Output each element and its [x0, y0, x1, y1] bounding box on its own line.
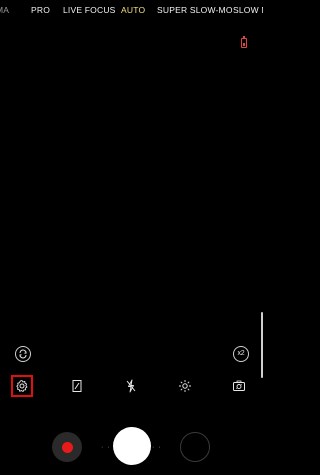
- effects-button[interactable]: [176, 377, 194, 395]
- record-video-button[interactable]: [52, 432, 82, 462]
- flash-off-icon: [126, 379, 136, 393]
- mode-ma[interactable]: MA: [0, 5, 9, 15]
- hdr-button[interactable]: [68, 377, 86, 395]
- settings-button[interactable]: [11, 375, 33, 397]
- camera-mode-strip: MA PRO LIVE FOCUS AUTO SUPER SLOW-MO SLO…: [0, 0, 263, 20]
- pager-dots-left: · ·: [101, 444, 111, 451]
- mode-slow-motion[interactable]: SLOW M: [233, 5, 263, 15]
- zoom-button[interactable]: x2: [233, 346, 249, 362]
- record-dot-icon: [61, 441, 73, 453]
- flash-button[interactable]: [122, 377, 140, 395]
- switch-camera-icon: [233, 380, 245, 391]
- gallery-thumbnail-button[interactable]: [180, 432, 210, 462]
- gear-icon: [16, 380, 28, 392]
- rotate-camera-button[interactable]: [15, 346, 31, 362]
- mode-live-focus[interactable]: LIVE FOCUS: [63, 5, 116, 15]
- mode-super-slow-mo[interactable]: SUPER SLOW-MO: [157, 5, 233, 15]
- hdr-icon: [72, 380, 82, 392]
- mode-pro[interactable]: PRO: [31, 5, 50, 15]
- battery-low-icon: [241, 36, 247, 48]
- zoom-label: x2: [237, 350, 245, 357]
- mode-auto[interactable]: AUTO: [121, 5, 145, 15]
- shutter-button[interactable]: [113, 427, 151, 465]
- switch-camera-button[interactable]: [230, 377, 248, 395]
- pager-dots-right: · ·: [152, 444, 162, 451]
- rotate-camera-icon: [19, 349, 27, 359]
- edge-panel-handle[interactable]: [261, 312, 263, 378]
- sparkle-icon: [179, 380, 191, 392]
